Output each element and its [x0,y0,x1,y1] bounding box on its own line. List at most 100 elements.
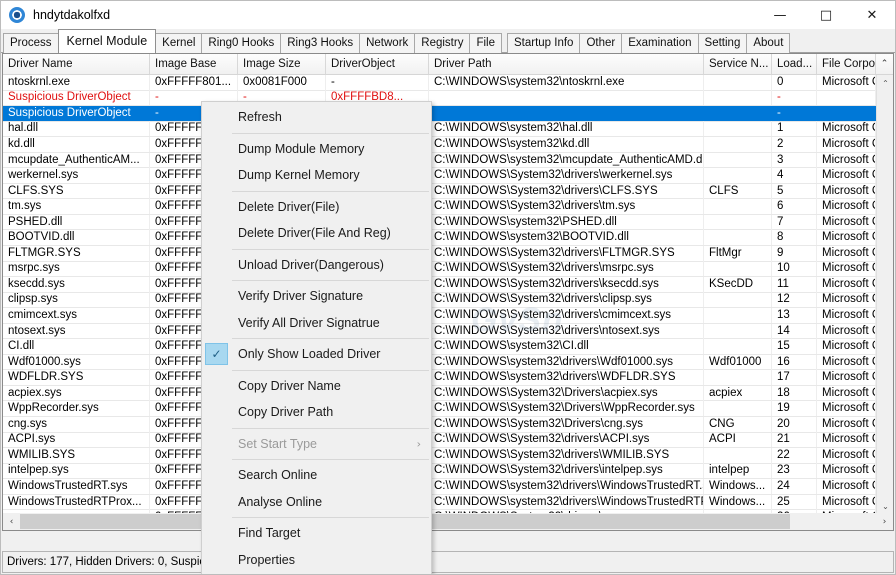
column-header-image-size[interactable]: Image Size [238,54,326,74]
cell-load: 20 [772,416,817,432]
cell-svc: FltMgr [704,245,772,261]
table-row[interactable]: mcupdate_AuthenticAM... 0xFFFFF80(C:\WIND… [3,152,876,169]
tab-kernel[interactable]: Kernel [155,33,203,53]
table-row[interactable]: kd.dll 0xFFFFF80(C:\WINDOWS\system32\kd.d… [3,136,876,153]
table-row[interactable]: tm.sys 0xFFFFF80(C:\WINDOWS\System32\driv… [3,199,876,215]
menu-item-search-online[interactable]: Search Online [202,462,431,489]
tab-setting[interactable]: Setting [697,33,748,53]
cell-name: CLFS.SYS [3,183,150,199]
column-header-file-corporat[interactable]: File Corporat [817,54,876,74]
tab-process[interactable]: Process [3,33,59,53]
table-row[interactable]: acpiex.sys 0xFFFFF80(C:\WINDOWS\System32\… [3,385,876,402]
column-header-driver-path[interactable]: Driver Path [429,54,704,74]
table-row[interactable]: ksecdd.sys 0xFFFFF80(C:\WINDOWS\System32\… [3,276,876,293]
column-header-driverobject[interactable]: DriverObject [326,54,429,74]
horizontal-scrollbar[interactable]: ‹ › [3,513,893,530]
menu-separator [232,338,429,339]
menu-item-copy-driver-path[interactable]: Copy Driver Path [202,399,431,426]
column-header-driver-name[interactable]: Driver Name [3,54,150,74]
cell-svc [704,75,772,90]
menu-item-analyse-online[interactable]: Analyse Online [202,489,431,516]
table-row[interactable]: CLFS.SYS 0xFFFFF80(C:\WINDOWS\System32\dr… [3,183,876,200]
menu-separator [232,459,429,460]
cell-name: WindowsTrustedRTProx... [3,494,150,510]
menu-item-refresh[interactable]: Refresh [202,104,431,131]
hscroll-track-right[interactable] [790,513,876,530]
table-row[interactable]: PSHED.dll 0xFFFFF80(C:\WINDOWS\system32\P… [3,214,876,231]
tab-about[interactable]: About [746,33,791,53]
table-row[interactable]: Suspicious DriverObject--0xFFFFBD8...- [3,105,876,122]
menu-item-find-target[interactable]: Find Target [202,520,431,547]
column-header-service-n-[interactable]: Service N... [704,54,772,74]
menu-item-label: Copy Driver Name [238,378,341,393]
tab-network[interactable]: Network [359,33,416,53]
tab-file[interactable]: File [469,33,502,53]
tab-ring0-hooks[interactable]: Ring0 Hooks [201,33,282,53]
table-row[interactable]: WMILIB.SYS 0xFFFFF80(C:\WINDOWS\System32\… [3,447,876,464]
table-row[interactable]: BOOTVID.dll 0xFFFFF80(C:\WINDOWS\system32… [3,230,876,247]
menu-item-copy-driver-name[interactable]: Copy Driver Name [202,373,431,400]
table-row[interactable]: WindowsTrustedRTProx... 0xFFFFF80(C:\WIND… [3,494,876,511]
scroll-right-button[interactable]: › [876,513,893,530]
table-row[interactable]: CI.dll 0xFFFFF80(C:\WINDOWS\system32\CI.d… [3,339,876,355]
table-row[interactable]: msrpc.sys 0xFFFFF80(C:\WINDOWS\System32\d… [3,261,876,278]
table-row[interactable]: intelpep.sys 0xFFFFF80(C:\WINDOWS\System3… [3,463,876,480]
cell-size: 0x0081F000 [238,75,326,90]
menu-item-verify-all-driver-signatrue[interactable]: Verify All Driver Signatrue [202,310,431,337]
cell-corp: Microsoft Cor [817,136,876,152]
menu-item-unload-driver-dangerous-[interactable]: Unload Driver(Dangerous) [202,252,431,279]
table-row[interactable]: ntoskrnl.exe 0xFFFFF801... 0x0081F000- C:\W… [3,75,876,91]
chevron-right-icon: › [416,437,421,451]
close-button[interactable]: ✕ [849,1,895,29]
menu-item-delete-driver-file-[interactable]: Delete Driver(File) [202,194,431,221]
table-row[interactable]: werkernel.sys 0xFFFFF80(C:\WINDOWS\System… [3,168,876,184]
tab-examination[interactable]: Examination [621,33,699,53]
tab-kernel-module[interactable]: Kernel Module [57,29,157,53]
column-header-load-[interactable]: Load... [772,54,817,74]
cell-path: C:\WINDOWS\System32\Drivers\acpiex.sys [429,385,704,401]
tab-startup-info[interactable]: Startup Info [507,33,581,53]
table-row[interactable]: WppRecorder.sys 0xFFFFF80(C:\WINDOWS\Syst… [3,401,876,418]
menu-item-delete-driver-file-and-reg-[interactable]: Delete Driver(File And Reg) [202,220,431,247]
vertical-scrollbar[interactable]: ⌃ ⌄ [876,75,893,515]
cell-name: ACPI.sys [3,432,150,448]
cell-corp: Microsoft Cor [817,385,876,401]
menu-item-verify-driver-signature[interactable]: Verify Driver Signature [202,283,431,310]
cell-svc: CNG [704,416,772,432]
scroll-left-button[interactable]: ‹ [3,513,20,530]
context-menu[interactable]: Refresh Dump Module Memory Dump Kernel Mem… [201,101,432,574]
table-row[interactable]: ntosext.sys 0xFFFFF80(C:\WINDOWS\System32… [3,323,876,340]
table-row[interactable]: cng.sys 0xFFFFF80(C:\WINDOWS\System32\Dri… [3,416,876,433]
table-row[interactable]: ACPI.sys 0xFFFFF80(C:\WINDOWS\System32\dr… [3,432,876,449]
table-row[interactable]: Wdf01000.sys 0xFFFFF80(C:\WINDOWS\system3… [3,354,876,371]
menu-item-dump-module-memory[interactable]: Dump Module Memory [202,136,431,163]
menu-item-dump-kernel-memory[interactable]: Dump Kernel Memory [202,162,431,189]
table-row[interactable]: clipsp.sys 0xFFFFF80(C:\WINDOWS\System32\… [3,292,876,309]
table-row[interactable]: WindowsTrustedRT.sys 0xFFFFF80(C:\WINDOWS… [3,479,876,495]
menu-item-properties[interactable]: Properties [202,547,431,574]
cell-name: tm.sys [3,199,150,215]
menu-separator [232,369,429,371]
scroll-up-button[interactable]: ⌃ [877,75,893,92]
minimize-button[interactable]: — [757,1,803,29]
header-scroll-up-icon[interactable]: ⌃ [876,54,893,74]
column-header-image-base[interactable]: Image Base [150,54,238,74]
cell-path: C:\WINDOWS\System32\drivers\ntosext.sys [429,323,704,339]
cell-load: 8 [772,230,817,246]
table-row[interactable]: WDFLDR.SYS 0xFFFFF80(C:\WINDOWS\system32\… [3,370,876,386]
maximize-button[interactable]: □ [803,1,849,29]
cell-path: C:\WINDOWS\System32\drivers\WMILIB.SYS [429,447,704,463]
cell-path: C:\WINDOWS\system32\ntoskrnl.exe [429,75,704,90]
tab-registry[interactable]: Registry [414,33,471,53]
table-row[interactable]: hal.dll 0xFFFFF80(C:\WINDOWS\system32\hal… [3,121,876,138]
cell-path [429,90,704,106]
tab-other[interactable]: Other [579,33,623,53]
tab-ring3-hooks[interactable]: Ring3 Hooks [280,33,361,53]
table-row[interactable]: FLTMGR.SYS 0xFFFFF80(C:\WINDOWS\System32\… [3,245,876,262]
menu-item-label: Unload Driver(Dangerous) [238,257,384,272]
table-row[interactable]: Suspicious DriverObject--0xFFFFBD8...- [3,90,876,107]
menu-item-only-show-loaded-driver[interactable]: ✓ Only Show Loaded Driver [202,341,431,368]
cell-corp: Microsoft Cor [817,121,876,137]
cell-load: 19 [772,401,817,417]
table-row[interactable]: cmimcext.sys 0xFFFFF80(C:\WINDOWS\System3… [3,307,876,324]
